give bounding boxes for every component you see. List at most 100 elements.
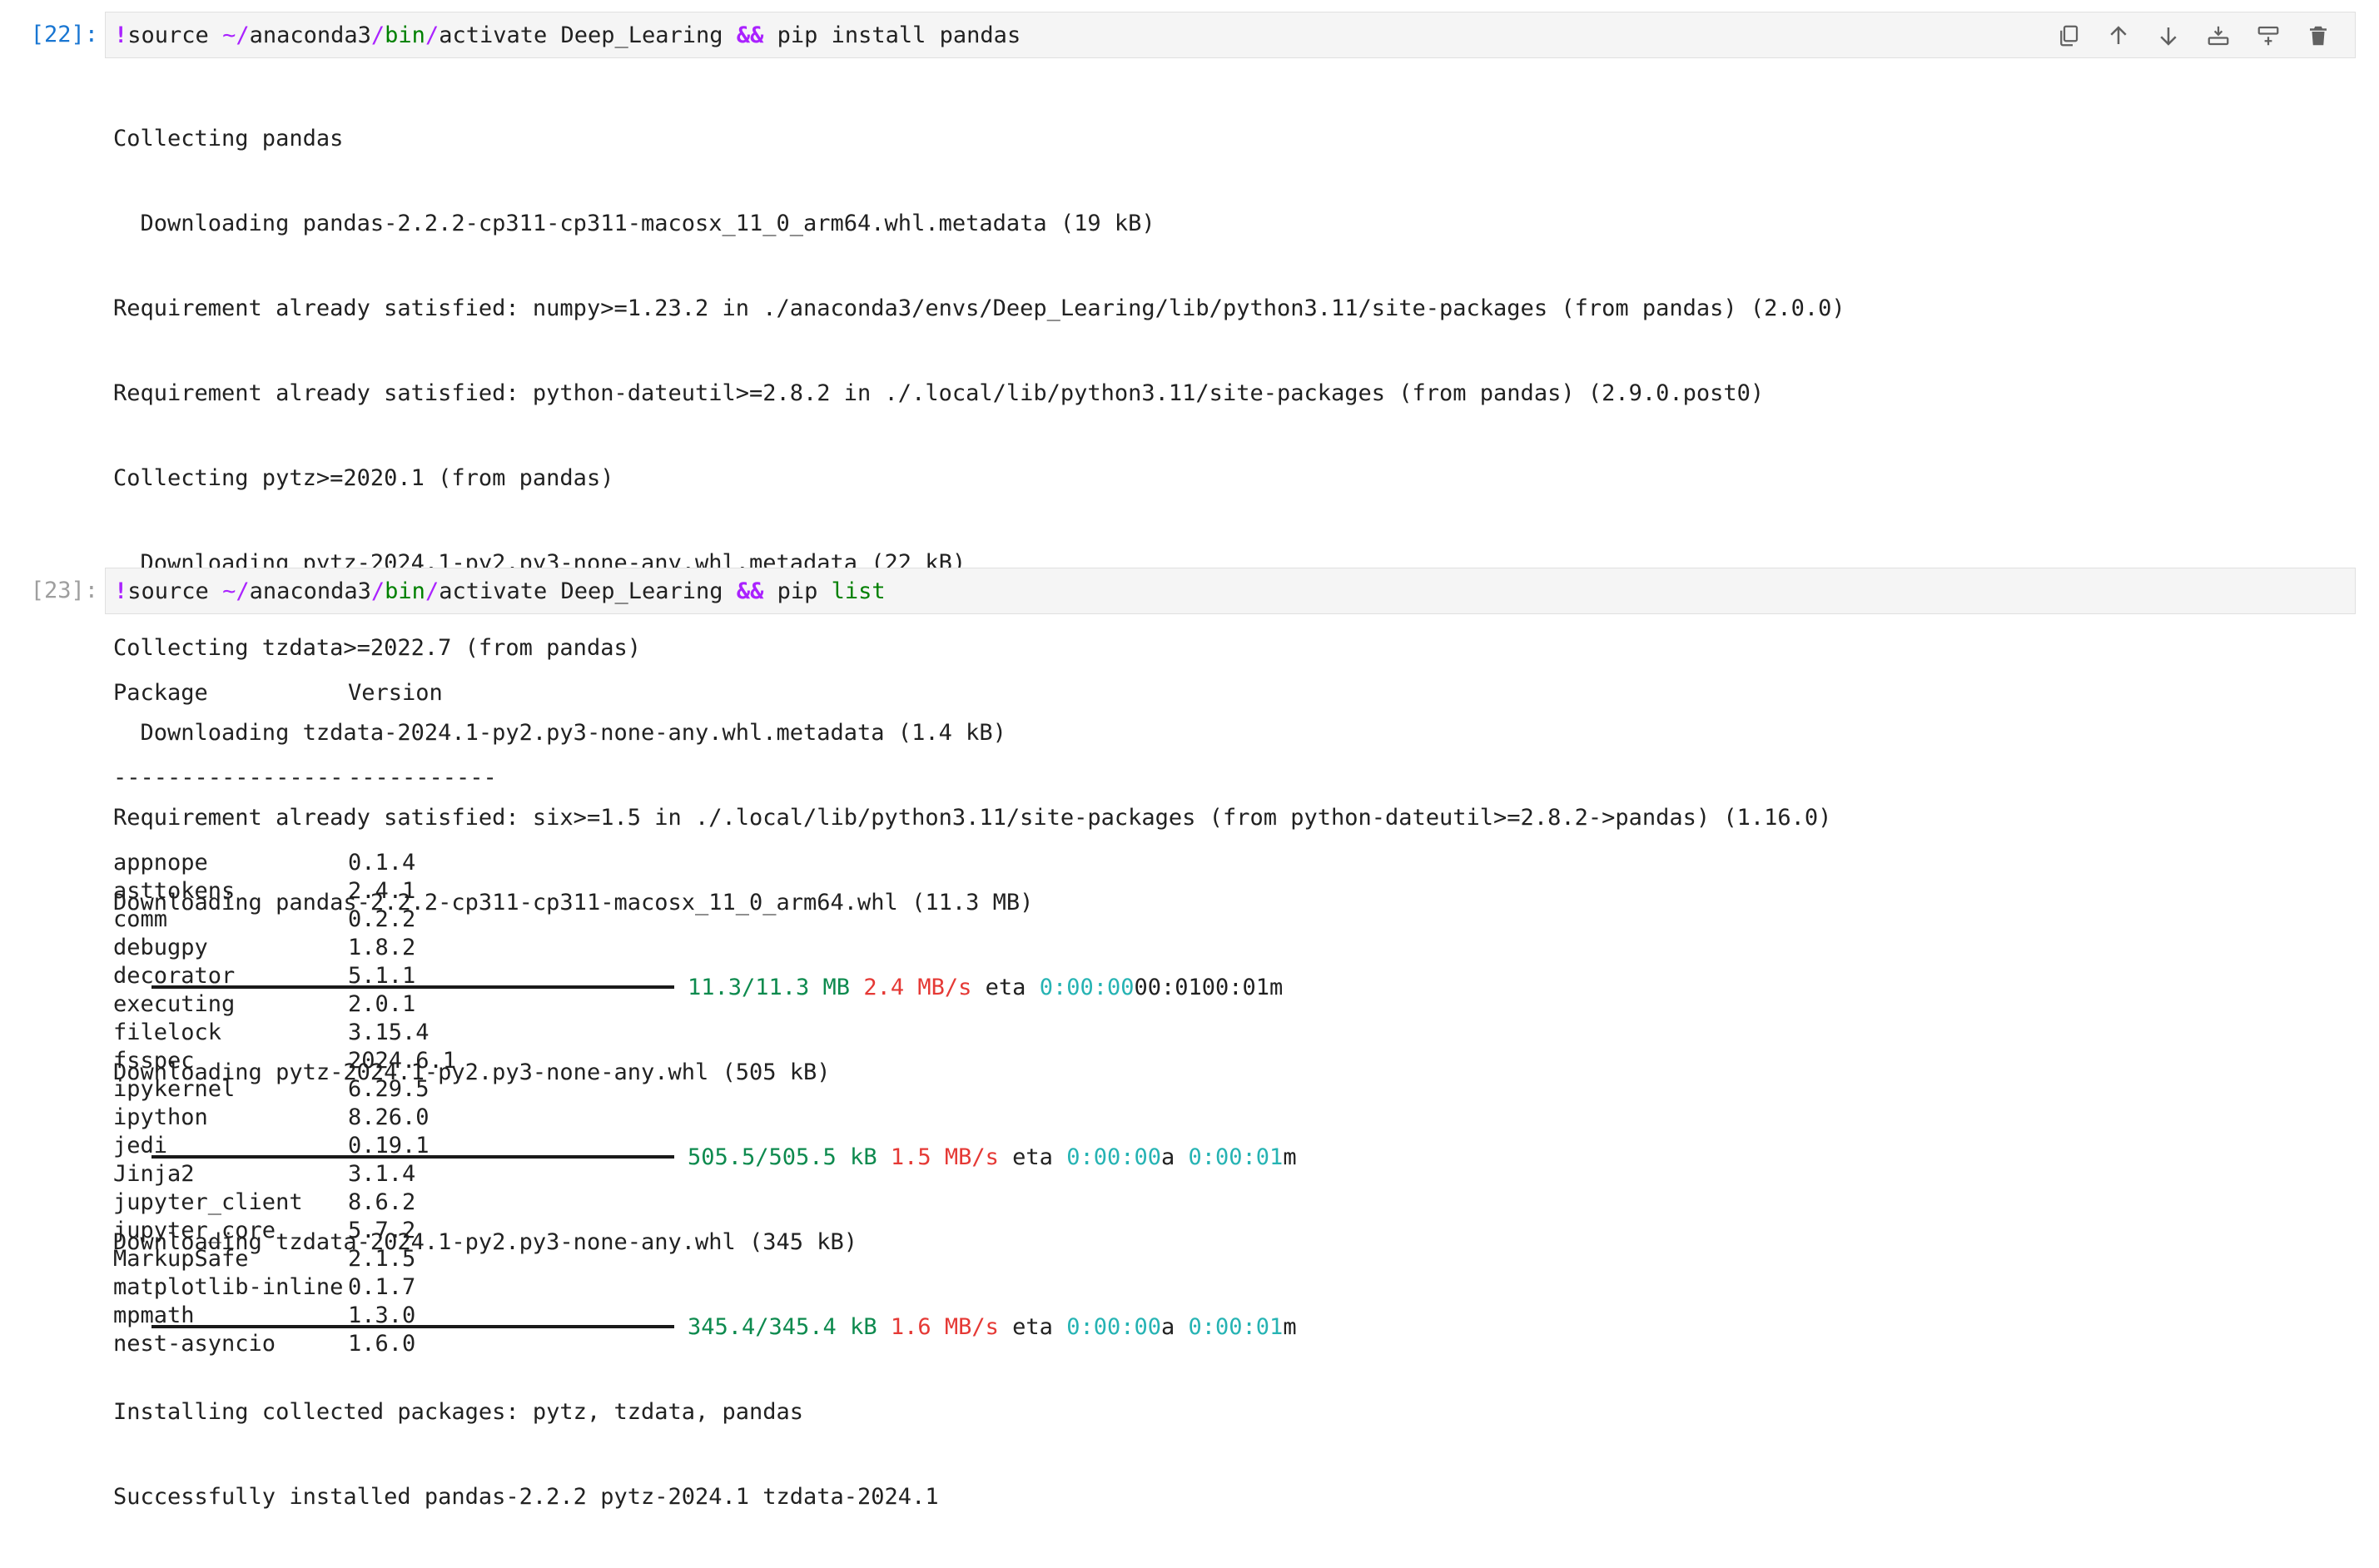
- trash-icon: [2310, 26, 2327, 46]
- package-version: 6.29.5: [348, 1076, 430, 1102]
- package-name: jedi: [113, 1133, 168, 1159]
- bang-operator: !: [114, 22, 128, 48]
- table-row: jupyter_core 5.7.2: [113, 1217, 497, 1245]
- package-name: comm: [113, 906, 168, 932]
- cell-toolbar: [2052, 19, 2335, 52]
- header-package: Package: [113, 680, 208, 706]
- output-line: Collecting pytz>=2020.1 (from pandas): [113, 465, 614, 491]
- output-line: Requirement already satisfied: numpy>=1.…: [113, 295, 1845, 321]
- insert-below-icon: [2257, 26, 2279, 46]
- package-version: 5.1.1: [348, 963, 416, 989]
- path-segment: bin: [385, 578, 425, 604]
- code-cell-22[interactable]: [22]: !source ~/anaconda3/bin/activate D…: [0, 12, 2379, 1510]
- move-down-button[interactable]: [2152, 19, 2185, 52]
- duplicate-cell-button[interactable]: [2052, 19, 2085, 52]
- table-row: nest-asyncio 1.6.0: [113, 1330, 497, 1358]
- bang-operator: !: [114, 578, 128, 604]
- table-row: Jinja2 3.1.4: [113, 1160, 497, 1188]
- execution-count-prompt: [23]:: [30, 578, 98, 603]
- table-row: executing 2.0.1: [113, 990, 497, 1019]
- source-keyword: source: [127, 578, 223, 604]
- package-version: 1.6.0: [348, 1331, 416, 1357]
- command-args: activate Deep_Learing: [439, 22, 737, 48]
- table-row: appnope 0.1.4: [113, 849, 497, 877]
- package-name: ipykernel: [113, 1076, 236, 1102]
- table-row: fsspec 2024.6.1: [113, 1047, 497, 1075]
- package-version: 3.1.4: [348, 1161, 416, 1187]
- package-name: MarkupSafe: [113, 1246, 249, 1272]
- command-tail: pip: [763, 578, 832, 604]
- package-version: 0.2.2: [348, 906, 416, 932]
- table-row: ipython 8.26.0: [113, 1104, 497, 1132]
- move-up-button[interactable]: [2102, 19, 2135, 52]
- package-version: 0.19.1: [348, 1133, 430, 1159]
- insert-above-icon: [2208, 26, 2229, 46]
- command-tail: pip install pandas: [763, 22, 1021, 48]
- output-line: Downloading pandas-2.2.2-cp311-cp311-mac…: [113, 211, 1155, 236]
- package-version: 0.1.4: [348, 850, 416, 876]
- table-row: debugpy 1.8.2: [113, 934, 497, 962]
- table-row: asttokens 2.4.1: [113, 877, 497, 906]
- package-version: 8.26.0: [348, 1104, 430, 1130]
- path-segment: anaconda3: [249, 578, 371, 604]
- package-name: executing: [113, 991, 236, 1017]
- code-text[interactable]: !source ~/anaconda3/bin/activate Deep_Le…: [114, 578, 886, 606]
- source-keyword: source: [127, 22, 223, 48]
- package-name: nest-asyncio: [113, 1331, 276, 1357]
- code-cell-23[interactable]: [23]: !source ~/anaconda3/bin/activate D…: [0, 568, 2379, 1357]
- package-name: jupyter_core: [113, 1218, 276, 1243]
- package-version: 2024.6.1: [348, 1048, 457, 1074]
- code-text[interactable]: !source ~/anaconda3/bin/activate Deep_Le…: [114, 22, 1021, 50]
- list-keyword: list: [831, 578, 886, 604]
- table-row: jupyter_client 8.6.2: [113, 1188, 497, 1217]
- separator-version: -----------: [348, 765, 497, 791]
- path-slash: /: [370, 578, 385, 604]
- header-version: Version: [348, 680, 443, 706]
- package-version: 1.8.2: [348, 935, 416, 960]
- command-args: activate Deep_Learing: [439, 578, 737, 604]
- arrow-down-icon: [2160, 27, 2177, 46]
- table-row: matplotlib-inline 0.1.7: [113, 1273, 497, 1302]
- path-segment: anaconda3: [249, 22, 371, 48]
- package-name: jupyter_client: [113, 1189, 303, 1215]
- output-line: Collecting pandas: [113, 126, 344, 151]
- progress-speed: 1.6 MB/s: [890, 1314, 999, 1340]
- package-name: mpmath: [113, 1303, 195, 1328]
- package-version: 2.4.1: [348, 878, 416, 904]
- package-name: ipython: [113, 1104, 208, 1130]
- package-name: Jinja2: [113, 1161, 195, 1187]
- progress-size: 345.4/345.4 kB: [688, 1314, 877, 1340]
- tilde-path: ~/: [222, 578, 250, 604]
- package-list: appnope 0.1.4 asttokens 2.4.1 comm 0.2.2 debug…: [113, 849, 497, 1358]
- package-version: 2.0.1: [348, 991, 416, 1017]
- cell-output: Package Version ----------------- --------…: [113, 623, 497, 1415]
- progress-mid: a: [1161, 1314, 1189, 1340]
- package-name: matplotlib-inline: [113, 1274, 344, 1300]
- table-row: filelock 3.15.4: [113, 1019, 497, 1047]
- package-name: debugpy: [113, 935, 208, 960]
- package-version: 5.7.2: [348, 1218, 416, 1243]
- table-header: Package Version: [113, 679, 497, 707]
- progress-tail: m: [1283, 1314, 1297, 1340]
- path-slash: /: [425, 22, 440, 48]
- package-version: 8.6.2: [348, 1189, 416, 1215]
- code-input-editor[interactable]: !source ~/anaconda3/bin/activate Deep_Le…: [105, 568, 2356, 614]
- output-line: Successfully installed pandas-2.2.2 pytz…: [113, 1484, 939, 1510]
- package-name: fsspec: [113, 1048, 195, 1074]
- arrow-up-icon: [2110, 26, 2127, 44]
- package-version: 0.1.7: [348, 1274, 416, 1300]
- package-name: filelock: [113, 1020, 222, 1045]
- insert-cell-below-button[interactable]: [2252, 19, 2285, 52]
- path-slash: /: [425, 578, 440, 604]
- output-line: Requirement already satisfied: python-da…: [113, 380, 1765, 406]
- package-name: asttokens: [113, 878, 236, 904]
- table-row: ipykernel 6.29.5: [113, 1075, 497, 1104]
- progress-eta-label: eta: [1012, 1314, 1053, 1340]
- code-input-editor[interactable]: !source ~/anaconda3/bin/activate Deep_Le…: [105, 12, 2356, 58]
- tilde-path: ~/: [222, 22, 250, 48]
- delete-cell-button[interactable]: [2302, 19, 2335, 52]
- package-version: 3.15.4: [348, 1020, 430, 1045]
- table-row: MarkupSafe 2.1.5: [113, 1245, 497, 1273]
- insert-cell-above-button[interactable]: [2202, 19, 2235, 52]
- package-name: decorator: [113, 963, 236, 989]
